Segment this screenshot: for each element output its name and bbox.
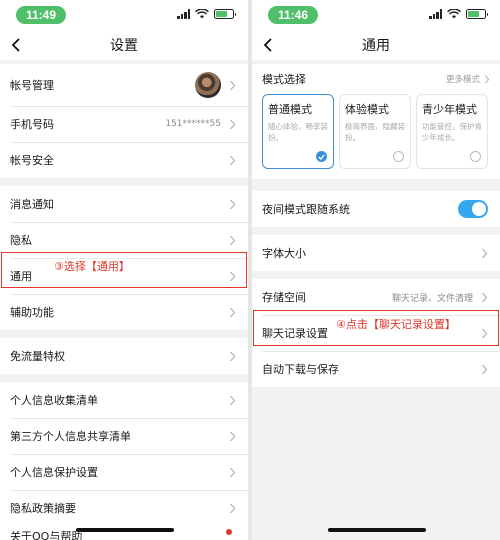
row-label: 隐私: [10, 234, 32, 247]
row-label: 关于QQ与帮助: [10, 530, 83, 540]
radio-checked-icon[interactable]: [316, 151, 327, 162]
nav-bar: 设置: [0, 30, 248, 60]
row-label: 夜间模式跟随系统: [262, 203, 350, 216]
status-icons: [177, 9, 236, 19]
annotation-text-general: ③选择【通用】: [54, 260, 130, 273]
chevron-right-icon: [230, 80, 236, 90]
mode-selection: 模式选择 更多模式 普通模式 随心体验，畅享装扮。 体验模式 极简界面，隐藏装扮…: [252, 64, 500, 179]
chevron-right-icon: [230, 119, 236, 129]
mode-name: 普通模式: [268, 103, 312, 116]
status-icons: [429, 9, 488, 19]
settings-screen: 11:49 设置 帐号管理 手机号码 151******55 帐号安全 消息通知…: [0, 0, 248, 540]
chevron-right-icon: [482, 292, 488, 302]
chevron-right-icon: [230, 271, 236, 281]
row-label: 第三方个人信息共享清单: [10, 430, 131, 443]
chevron-right-icon: [230, 307, 236, 317]
mode-desc: 功能管控，保护青少年成长。: [422, 122, 482, 142]
wifi-icon: [447, 9, 461, 19]
row-storage[interactable]: 存储空间 聊天记录、文件清理: [252, 279, 500, 315]
back-arrow-icon[interactable]: [10, 37, 24, 53]
row-account-security[interactable]: 帐号安全: [0, 142, 248, 178]
signal-icon: [177, 9, 190, 19]
row-label: 存储空间: [262, 291, 306, 304]
mode-name: 青少年模式: [422, 103, 477, 116]
row-info-protection-settings[interactable]: 个人信息保护设置: [0, 454, 248, 490]
nav-bar: 通用: [252, 30, 500, 60]
chevron-right-icon: [230, 235, 236, 245]
chevron-right-icon: [230, 503, 236, 513]
mode-title: 模式选择: [262, 73, 306, 86]
row-account-management[interactable]: 帐号管理: [0, 64, 248, 106]
row-info-collection-list[interactable]: 个人信息收集清单: [0, 382, 248, 418]
row-about-help[interactable]: 关于QQ与帮助: [0, 524, 248, 540]
home-indicator[interactable]: [328, 528, 426, 532]
avatar: [195, 72, 221, 98]
general-screen: 11:46 通用 模式选择 更多模式 普通模式 随心体验，畅享装扮。 体验模式 …: [252, 0, 500, 540]
chevron-right-icon: [482, 328, 488, 338]
row-label: 帐号安全: [10, 154, 54, 167]
row-label: 个人信息收集清单: [10, 394, 98, 407]
row-label: 隐私政策摘要: [10, 502, 76, 515]
chevron-right-icon: [230, 431, 236, 441]
battery-icon: [466, 9, 488, 19]
chevron-right-icon: [482, 248, 488, 258]
mode-cards: 普通模式 随心体验，畅享装扮。 体验模式 极简界面，隐藏装扮。 青少年模式 功能…: [262, 94, 490, 169]
more-modes-link[interactable]: 更多模式: [446, 73, 480, 85]
row-message-notification[interactable]: 消息通知: [0, 186, 248, 222]
status-time: 11:46: [268, 6, 318, 24]
mode-card-teen[interactable]: 青少年模式 功能管控，保护青少年成长。: [416, 94, 488, 169]
signal-icon: [429, 9, 442, 19]
row-privacy[interactable]: 隐私: [0, 222, 248, 258]
row-label: 帐号管理: [10, 79, 54, 92]
row-label: 手机号码: [10, 118, 54, 131]
mode-header: 模式选择 更多模式: [262, 64, 490, 94]
chevron-right-icon: [230, 155, 236, 165]
status-time: 11:49: [16, 6, 66, 24]
row-label: 辅助功能: [10, 306, 54, 319]
wifi-icon: [195, 9, 209, 19]
row-privacy-policy-summary[interactable]: 隐私政策摘要: [0, 490, 248, 526]
row-label: 个人信息保护设置: [10, 466, 98, 479]
night-mode-toggle[interactable]: [458, 200, 488, 218]
mode-name: 体验模式: [345, 103, 389, 116]
status-bar: 11:49: [0, 0, 248, 30]
notification-dot: [226, 529, 232, 535]
chevron-right-icon: [230, 395, 236, 405]
mode-desc: 极简界面，隐藏装扮。: [345, 122, 405, 142]
row-label: 字体大小: [262, 247, 306, 260]
annotation-text-chat-history: ④点击【聊天记录设置】: [336, 318, 456, 331]
storage-value: 聊天记录、文件清理: [391, 293, 473, 304]
mode-desc: 随心体验，畅享装扮。: [268, 122, 328, 142]
mode-card-experience[interactable]: 体验模式 极简界面，隐藏装扮。: [339, 94, 411, 169]
battery-icon: [214, 9, 236, 19]
row-accessibility[interactable]: 辅助功能: [0, 294, 248, 330]
page-title: 通用: [362, 38, 390, 54]
chevron-right-icon: [230, 467, 236, 477]
page-title: 设置: [110, 38, 138, 54]
row-label: 免流量特权: [10, 350, 65, 363]
chevron-right-icon: [230, 199, 236, 209]
row-auto-download-save[interactable]: 自动下载与保存: [252, 351, 500, 387]
back-arrow-icon[interactable]: [262, 37, 276, 53]
radio-unchecked-icon[interactable]: [470, 151, 481, 162]
row-third-party-sharing-list[interactable]: 第三方个人信息共享清单: [0, 418, 248, 454]
chevron-right-icon: [482, 364, 488, 374]
mode-card-normal[interactable]: 普通模式 随心体验，畅享装扮。: [262, 94, 334, 169]
chevron-right-icon: [484, 74, 490, 84]
row-label: 消息通知: [10, 198, 54, 211]
row-free-data[interactable]: 免流量特权: [0, 338, 248, 374]
row-font-size[interactable]: 字体大小: [252, 235, 500, 271]
status-bar: 11:46: [252, 0, 500, 30]
row-phone-number[interactable]: 手机号码 151******55: [0, 106, 248, 142]
phone-value: 151******55: [165, 119, 221, 129]
row-label: 自动下载与保存: [262, 363, 339, 376]
row-night-mode: 夜间模式跟随系统: [252, 191, 500, 227]
radio-unchecked-icon[interactable]: [393, 151, 404, 162]
chevron-right-icon: [230, 351, 236, 361]
home-indicator[interactable]: [76, 528, 174, 532]
